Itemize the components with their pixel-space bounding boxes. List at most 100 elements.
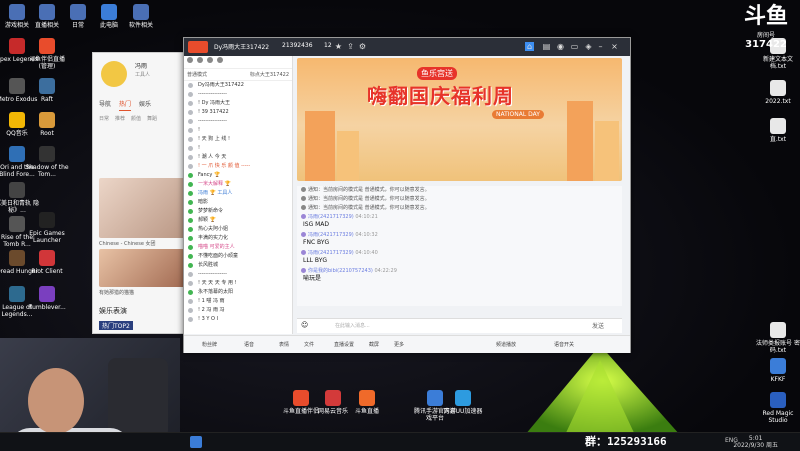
emoji-icon[interactable]: ☺ — [301, 321, 308, 329]
panel-subnav-item[interactable]: 日常 — [99, 115, 109, 122]
member-row[interactable]: ! — [184, 144, 292, 153]
tool-icon[interactable] — [207, 57, 213, 63]
panel-tab[interactable]: 导航 — [99, 99, 111, 111]
share-icon[interactable]: ⇪ — [346, 42, 355, 51]
member-row[interactable]: Dy冯雨大王317422 — [184, 81, 292, 90]
member-row[interactable]: ! Dy 冯雨大王 — [184, 99, 292, 108]
bottom-tool[interactable]: 频道播放 — [496, 341, 516, 348]
member-row[interactable]: ---------------- — [184, 90, 292, 99]
tool-icon[interactable] — [217, 57, 223, 63]
desktop-icon[interactable]: 2022.txt — [755, 80, 800, 105]
member-row[interactable]: ! 3 Y O I — [184, 315, 292, 324]
member-row[interactable]: ---------------- — [184, 270, 292, 279]
desktop-icon[interactable]: KFKF — [755, 358, 800, 383]
thumb-caption-2: 有她那猎的猫猫 — [99, 290, 135, 296]
desktop-icon[interactable]: Epic Games Launcher — [24, 212, 70, 244]
bottom-tool[interactable]: 表情 — [279, 341, 289, 348]
screen-icon[interactable]: ▭ — [570, 42, 579, 51]
desktop-icon[interactable]: Rumblever... — [24, 286, 70, 311]
panel-tab[interactable]: 热门 — [119, 99, 132, 111]
close-icon[interactable]: × — [610, 42, 619, 51]
member-row[interactable]: 暗影 — [184, 198, 292, 207]
settings-icon[interactable]: ⚙ — [358, 42, 367, 51]
member-row[interactable]: ! 一 爪 快 乐 颜 值 ----- — [184, 162, 292, 171]
desktop-icon[interactable]: Riot Client — [24, 250, 70, 275]
desktop-icon[interactable]: 软件相关 — [118, 4, 164, 29]
member-row[interactable]: ! 潮 人 今 天 — [184, 153, 292, 162]
panel-subnav-item[interactable]: 颜值 — [131, 115, 141, 122]
message-user[interactable]: 冯雨(2421717329) — [308, 214, 354, 220]
gamepad-icon[interactable]: ◉ — [556, 42, 565, 51]
message-user[interactable]: 冯雨(2421717329) — [308, 232, 354, 238]
avatar[interactable] — [101, 61, 127, 87]
bottom-tool[interactable]: 粉丝牌 — [202, 341, 217, 348]
desktop-icon[interactable]: Root — [24, 112, 70, 137]
promo-banner[interactable]: 鱼乐宫送 嗨翻国庆福利周 NATIONAL DAY — [297, 58, 622, 181]
member-row[interactable]: 一米大解释 🏆 — [184, 180, 292, 189]
input-bar[interactable]: ☺ 在此输入消息... 发送 — [297, 318, 622, 333]
desktop-app[interactable]: 网易UU加速器 — [440, 390, 486, 415]
member-row[interactable]: 丰满的实力化 — [184, 234, 292, 243]
member-row[interactable]: 梦梦新命令 — [184, 207, 292, 216]
desktop-icon[interactable]: Red Magic Studio — [755, 392, 800, 424]
desktop-icon[interactable]: 《美日和青轨 隐秘》... — [0, 182, 40, 214]
member-row[interactable]: 冯雨 🏆 工具人 — [184, 189, 292, 198]
bottom-tool[interactable]: 语音开关 — [554, 341, 574, 348]
desktop-icon[interactable]: 直.txt — [755, 118, 800, 143]
bottom-tool[interactable]: 直播设置 — [334, 341, 354, 348]
mode-label[interactable]: 普通模式 — [187, 71, 207, 78]
desktop-icon[interactable]: Shadow of the Tom... — [24, 146, 70, 178]
bottom-tool[interactable]: 更多 — [394, 341, 404, 348]
member-row[interactable]: 郝颖 🏆 — [184, 216, 292, 225]
app-icon — [770, 322, 786, 338]
member-row[interactable]: ! 2 冯 雨 冯 — [184, 306, 292, 315]
member-row[interactable]: ! — [184, 126, 292, 135]
panel-subnav-item[interactable]: 舞蹈 — [147, 115, 157, 122]
top-tag[interactable]: 热门TOP2 — [99, 321, 133, 330]
member-row[interactable]: 永不落幕的太阳 — [184, 288, 292, 297]
desktop-icon[interactable]: 法师类报账号 密码.txt — [755, 322, 800, 354]
panel-subnav-item[interactable]: 推荐 — [115, 115, 125, 122]
clock-date: 2022/9/30 周五 — [733, 442, 778, 449]
member-row[interactable]: ! 天 狗 上 线 ! — [184, 135, 292, 144]
member-row[interactable]: 喵喵 可爱的主人 — [184, 243, 292, 252]
desktop-icon[interactable]: 斗鱼伴侣直播 (管理) — [24, 38, 70, 70]
section-title: 娱乐表演 — [99, 307, 127, 315]
send-button[interactable]: 发送 — [592, 321, 604, 330]
home-icon[interactable]: ⌂ — [525, 42, 534, 51]
panel-subnav: 日常 推荐 颜值 舞蹈 — [99, 115, 157, 122]
bottom-tool[interactable]: 截屏 — [369, 341, 379, 348]
video-thumb-1[interactable] — [99, 178, 189, 238]
desktop-icon[interactable]: Raft — [24, 78, 70, 103]
chat-input[interactable]: 在此输入消息... — [335, 322, 370, 329]
desktop-icon-label: KFKF — [770, 376, 786, 383]
bottom-tool[interactable]: 语音 — [244, 341, 254, 348]
app-icon — [39, 146, 55, 162]
tool-icon[interactable] — [197, 57, 203, 63]
tool-icon[interactable] — [187, 57, 193, 63]
bottom-tool[interactable]: 文件 — [304, 341, 314, 348]
desktop-app[interactable]: 斗鱼直播 — [344, 390, 390, 415]
clock[interactable]: 5:01 2022/9/30 周五 — [733, 435, 778, 449]
skin-icon[interactable]: ◈ — [584, 42, 593, 51]
member-row[interactable]: ! 1 喵 冯 雨 — [184, 297, 292, 306]
list-icon[interactable]: ▤ — [542, 42, 551, 51]
member-row[interactable]: 长风胜城 — [184, 261, 292, 270]
system-notice: 通知：当前房间的模式是 普通模式，你可以随意发言。 — [308, 205, 430, 211]
member-row[interactable]: Fancy 🏆 — [184, 171, 292, 180]
video-thumb-2[interactable] — [99, 249, 189, 287]
member-row[interactable]: ! 天 天 天 专 用 ! — [184, 279, 292, 288]
member-row[interactable]: ---------------- — [184, 117, 292, 126]
member-row[interactable]: 热心夫阿小姐 — [184, 225, 292, 234]
message-user[interactable]: 你是我的bibi(2210757243) — [308, 268, 373, 274]
message-user[interactable]: 冯雨(2421717329) — [308, 250, 354, 256]
minimize-icon[interactable]: – — [596, 42, 605, 51]
panel-tab[interactable]: 娱乐 — [139, 99, 151, 111]
start-icon[interactable] — [190, 436, 202, 448]
member-row[interactable]: ! 39 317422 — [184, 108, 292, 117]
side-panel: 冯雨 工具人 导航 热门 娱乐 日常 推荐 颜值 舞蹈 Chinese - Chinese… — [92, 52, 194, 334]
member-row[interactable]: 不懂吃面的小顽童 — [184, 252, 292, 261]
star-icon[interactable]: ★ — [334, 42, 343, 51]
desktop-icon-label: 斗鱼伴侣直播 (管理) — [28, 56, 65, 70]
building — [337, 131, 359, 181]
